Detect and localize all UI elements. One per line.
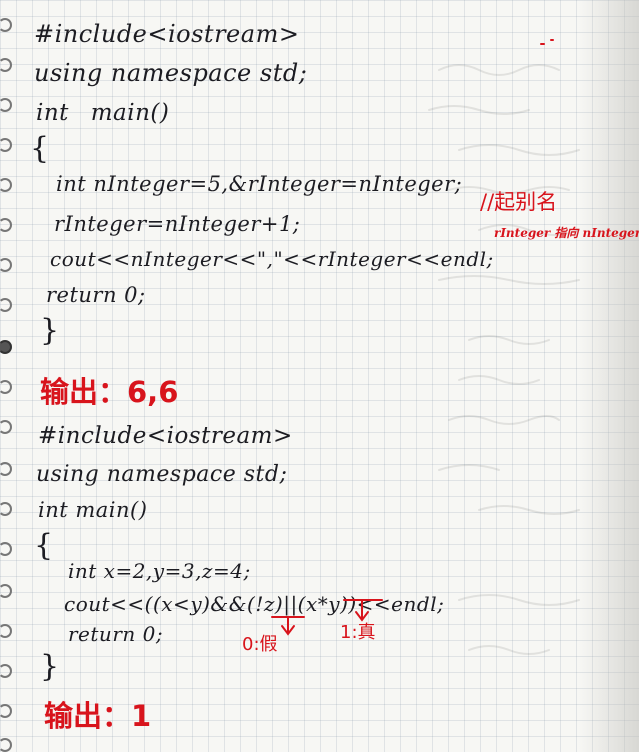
p2-close-brace: } bbox=[40, 649, 60, 684]
p2-true-note: 1:真 bbox=[340, 622, 376, 643]
binding-ring bbox=[0, 258, 12, 272]
p1-alias-comment: //起别名 bbox=[480, 190, 558, 214]
binding-ring bbox=[0, 738, 12, 752]
p2-cout-line: cout<<((x<y)&&(!z)||(x*y))<<endl; bbox=[64, 592, 445, 616]
bleed-through-writing bbox=[428, 64, 580, 655]
p2-declaration-line: int x=2,y=3,z=4; bbox=[68, 559, 251, 583]
p2-main-signature: int main() bbox=[38, 498, 148, 522]
p1-assign-line: rInteger=nInteger+1; bbox=[54, 212, 301, 236]
p1-output: 输出：6,6 bbox=[40, 375, 179, 409]
binding-ring bbox=[0, 298, 12, 312]
p2-include-line: #include<iostream> bbox=[38, 423, 293, 449]
p1-include-line: #include<iostream> bbox=[34, 20, 300, 48]
binding-ring bbox=[0, 340, 12, 354]
p1-alias-explanation: rInteger 指向 nInteger bbox=[494, 226, 639, 240]
false-arrow-head bbox=[281, 625, 295, 636]
binding-ring bbox=[0, 380, 12, 394]
spiral-binding bbox=[0, 0, 26, 752]
binding-ring bbox=[0, 58, 12, 72]
p2-using-line: using namespace std; bbox=[36, 462, 288, 487]
p2-false-note: 0:假 bbox=[242, 634, 278, 655]
binding-ring bbox=[0, 624, 12, 638]
p1-return-line: return 0; bbox=[46, 283, 146, 307]
binding-ring bbox=[0, 502, 12, 516]
p1-main-signature: int main() bbox=[36, 100, 170, 126]
binding-ring bbox=[0, 462, 12, 476]
notebook-page: #include<iostream> using namespace std; … bbox=[0, 0, 639, 752]
p1-using-line: using namespace std; bbox=[34, 59, 308, 87]
p2-open-brace: { bbox=[34, 528, 54, 563]
binding-ring bbox=[0, 420, 12, 434]
p1-close-brace: } bbox=[40, 313, 60, 348]
p1-open-brace: { bbox=[30, 131, 50, 166]
binding-ring bbox=[0, 18, 12, 32]
binding-ring bbox=[0, 542, 12, 556]
binding-ring bbox=[0, 664, 12, 678]
binding-ring bbox=[0, 98, 12, 112]
p1-declaration-line: int nInteger=5,&rInteger=nInteger; bbox=[56, 172, 463, 196]
binding-ring bbox=[0, 704, 12, 718]
binding-ring bbox=[0, 218, 12, 232]
p1-cout-line: cout<<nInteger<<","<<rInteger<<endl; bbox=[50, 247, 494, 271]
p2-return-line: return 0; bbox=[68, 622, 164, 646]
binding-ring bbox=[0, 138, 12, 152]
binding-ring bbox=[0, 584, 12, 598]
binding-ring bbox=[0, 178, 12, 192]
page-edge-shadow bbox=[579, 0, 639, 752]
p2-output: 输出：1 bbox=[44, 699, 152, 733]
